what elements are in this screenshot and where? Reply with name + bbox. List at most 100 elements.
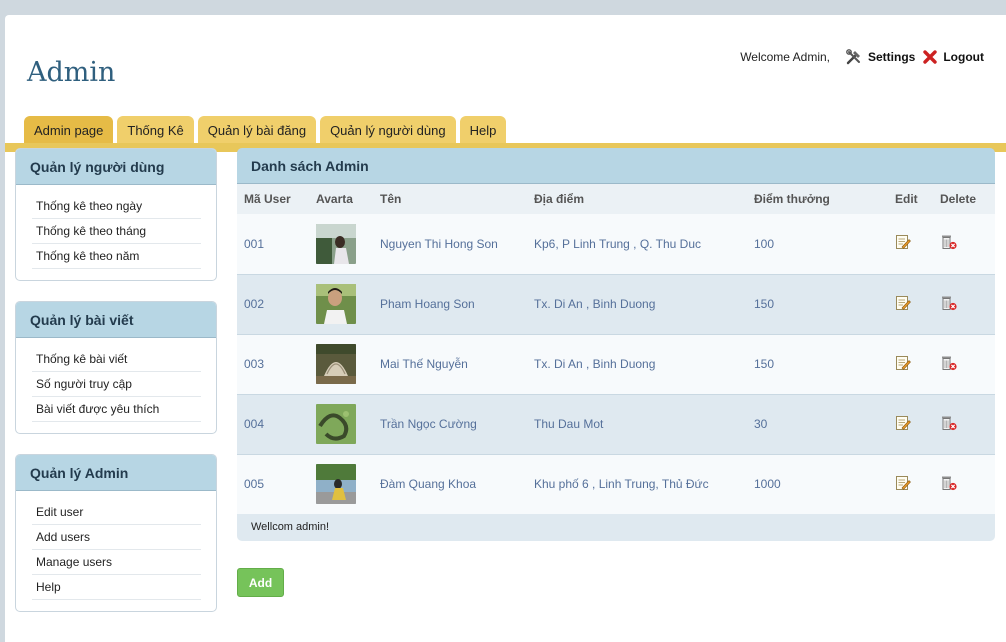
edit-cell [888,454,933,514]
user-id-cell: 004 [237,393,309,455]
sidebar-box-admin: Quản lý Admin Edit user Add users Manage… [15,454,217,612]
name-cell: Mai Thế Nguyễn [373,334,527,394]
user-id-cell: 001 [237,214,309,274]
table-row: 004 Trần Ngọc Cường Thu Dau Mot 30 [237,393,995,455]
edit-icon[interactable] [895,475,911,491]
delete-trash-icon[interactable] [940,355,958,371]
tab-thong-ke[interactable]: Thống Kê [117,116,194,144]
name-cell: Nguyen Thi Hong Son [373,214,527,274]
avatar [316,223,356,264]
name-cell: Pham Hoang Son [373,273,527,335]
add-button[interactable]: Add [237,568,284,597]
location-cell: Khu phố 6 , Linh Trung, Thủ Đức [527,454,747,514]
sidebar-item-monthly-stats[interactable]: Thống kê theo tháng [32,219,201,244]
edit-cell [888,214,933,274]
column-header-location: Địa điểm [527,184,747,214]
main-tabs: Admin page Thống Kê Quản lý bài đăng Quả… [24,116,510,144]
name-cell: Đàm Quang Khoa [373,454,527,514]
avatar [316,404,356,444]
avatar-cell [309,334,373,394]
welcome-text: Welcome Admin, [740,50,830,64]
user-bar: Welcome Admin, Settings Logout [740,49,984,65]
sidebar-box-title: Quản lý người dùng [16,149,216,185]
column-header-edit: Edit [888,184,933,214]
edit-icon[interactable] [895,415,911,431]
edit-icon[interactable] [895,295,911,311]
column-header-user-id: Mã User [237,184,309,214]
settings-label: Settings [868,50,916,64]
panel-footer-message: Wellcom admin! [237,514,995,541]
settings-tools-icon [846,49,860,65]
location-cell: Tx. Di An , Binh Duong [527,273,747,335]
delete-trash-icon[interactable] [940,234,958,250]
points-cell: 30 [747,393,888,455]
panel-title: Danh sách Admin [237,148,995,184]
tab-admin-page[interactable]: Admin page [24,116,114,144]
table-row: 002 Pham Hoang Son Tx. Di An , Binh Duon… [237,273,995,335]
avatar [316,464,356,505]
tab-quan-ly-nguoi-dung[interactable]: Quản lý người dùng [320,116,456,144]
user-id-cell: 003 [237,334,309,394]
sidebar-item-add-users[interactable]: Add users [32,525,201,550]
edit-icon[interactable] [895,234,911,250]
avatar-cell [309,454,373,514]
logout-link[interactable]: Logout [923,50,984,64]
sidebar-item-post-stats[interactable]: Thống kê bài viết [32,347,201,372]
sidebar-item-manage-users[interactable]: Manage users [32,550,201,575]
delete-trash-icon[interactable] [940,415,958,431]
delete-cell [933,273,995,335]
column-header-points: Điểm thưởng [747,184,888,214]
points-cell: 1000 [747,454,888,514]
edit-icon[interactable] [895,355,911,371]
edit-cell [888,273,933,335]
sidebar-item-edit-user[interactable]: Edit user [32,500,201,525]
delete-cell [933,454,995,514]
avatar [316,284,356,324]
avatar-cell [309,214,373,274]
sidebar-box-users: Quản lý người dùng Thống kê theo ngày Th… [15,148,217,281]
avatar-cell [309,393,373,455]
table-row: 001 Nguyen Thi Hong Son Kp6, P Linh Trun… [237,214,995,274]
sidebar-item-yearly-stats[interactable]: Thống kê theo năm [32,244,201,269]
tab-help[interactable]: Help [459,116,507,144]
page-frame: Admin Welcome Admin, Settings Logout Adm… [5,15,1006,642]
settings-link[interactable]: Settings [846,49,915,65]
table-header-row: Mã User Avarta Tên Địa điểm Điểm thưởng … [237,184,995,214]
user-id-cell: 002 [237,273,309,335]
site-title: Admin [27,57,116,88]
sidebar-item-favorite-posts[interactable]: Bài viết được yêu thích [32,397,201,422]
delete-cell [933,334,995,394]
sidebar-item-daily-stats[interactable]: Thống kê theo ngày [32,194,201,219]
sidebar-item-visitors[interactable]: Số người truy cập [32,372,201,397]
points-cell: 150 [747,334,888,394]
location-cell: Thu Dau Mot [527,393,747,455]
sidebar-box-title: Quản lý bài viết [16,302,216,338]
location-cell: Tx. Di An , Binh Duong [527,334,747,394]
sidebar-item-help[interactable]: Help [32,575,201,600]
sidebar-box-title: Quản lý Admin [16,455,216,491]
name-cell: Trần Ngọc Cường [373,393,527,455]
avatar [316,344,356,384]
close-icon [923,50,938,64]
tab-quan-ly-bai-dang[interactable]: Quản lý bài đăng [197,116,317,144]
delete-cell [933,393,995,455]
avatar-cell [309,273,373,335]
user-id-cell: 005 [237,454,309,514]
column-header-name: Tên [373,184,527,214]
points-cell: 150 [747,273,888,335]
edit-cell [888,393,933,455]
delete-trash-icon[interactable] [940,475,958,491]
location-cell: Kp6, P Linh Trung , Q. Thu Duc [527,214,747,274]
edit-cell [888,334,933,394]
delete-trash-icon[interactable] [940,295,958,311]
column-header-avatar: Avarta [309,184,373,214]
table-row: 005 Đàm Quang Khoa Khu phố 6 , Linh Trun… [237,454,995,514]
sidebar-box-posts: Quản lý bài viết Thống kê bài viết Số ng… [15,301,217,434]
table-row: 003 Mai Thế Nguyễn Tx. Di An , Binh Duon… [237,334,995,394]
logout-label: Logout [943,50,984,64]
points-cell: 100 [747,214,888,274]
admin-table: Mã User Avarta Tên Địa điểm Điểm thưởng … [237,184,995,514]
delete-cell [933,214,995,274]
admin-list-panel: Danh sách Admin Mã User Avarta Tên Địa đ… [237,148,995,597]
column-header-delete: Delete [933,184,995,214]
